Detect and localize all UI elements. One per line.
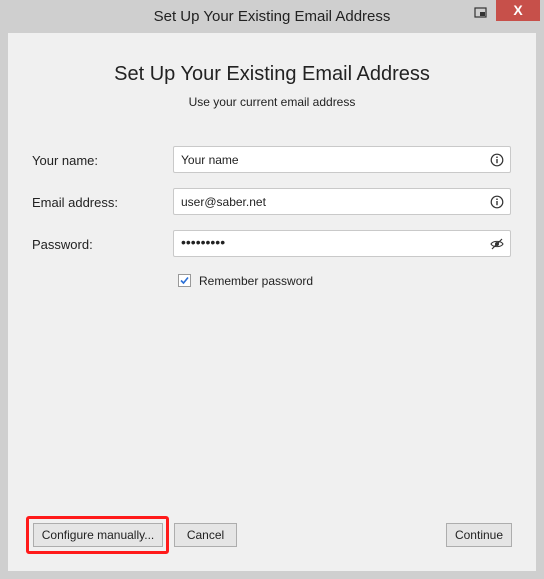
checkmark-icon xyxy=(180,276,189,285)
name-label: Your name: xyxy=(32,153,99,168)
email-value: user@saber.net xyxy=(181,195,266,209)
password-label: Password: xyxy=(32,237,93,252)
info-icon[interactable] xyxy=(490,195,504,209)
configure-manually-button[interactable]: Configure manually... xyxy=(33,523,163,547)
window-mode-icon[interactable] xyxy=(472,6,490,20)
page-heading: Set Up Your Existing Email Address xyxy=(114,63,430,85)
title-bar[interactable]: Set Up Your Existing Email Address X xyxy=(0,0,544,33)
cancel-button[interactable]: Cancel xyxy=(174,523,237,547)
page-subheading: Use your current email address xyxy=(188,95,356,109)
continue-button[interactable]: Continue xyxy=(446,523,512,547)
password-value: ••••••••• xyxy=(181,234,226,250)
email-field[interactable]: user@saber.net xyxy=(173,188,511,215)
remember-password-checkbox[interactable] xyxy=(178,274,191,287)
setup-email-window: Set Up Your Existing Email Address X Set… xyxy=(0,0,544,579)
info-icon[interactable] xyxy=(490,153,504,167)
password-field[interactable]: ••••••••• xyxy=(173,230,511,257)
dialog-content: Set Up Your Existing Email Address Use y… xyxy=(8,33,536,571)
eye-slash-icon[interactable] xyxy=(490,237,504,251)
close-button[interactable]: X xyxy=(496,0,540,21)
window-title: Set Up Your Existing Email Address xyxy=(153,8,391,25)
email-label: Email address: xyxy=(32,195,118,210)
remember-password-label[interactable]: Remember password xyxy=(199,274,313,288)
name-value: Your name xyxy=(181,153,239,167)
name-field[interactable]: Your name xyxy=(173,146,511,173)
